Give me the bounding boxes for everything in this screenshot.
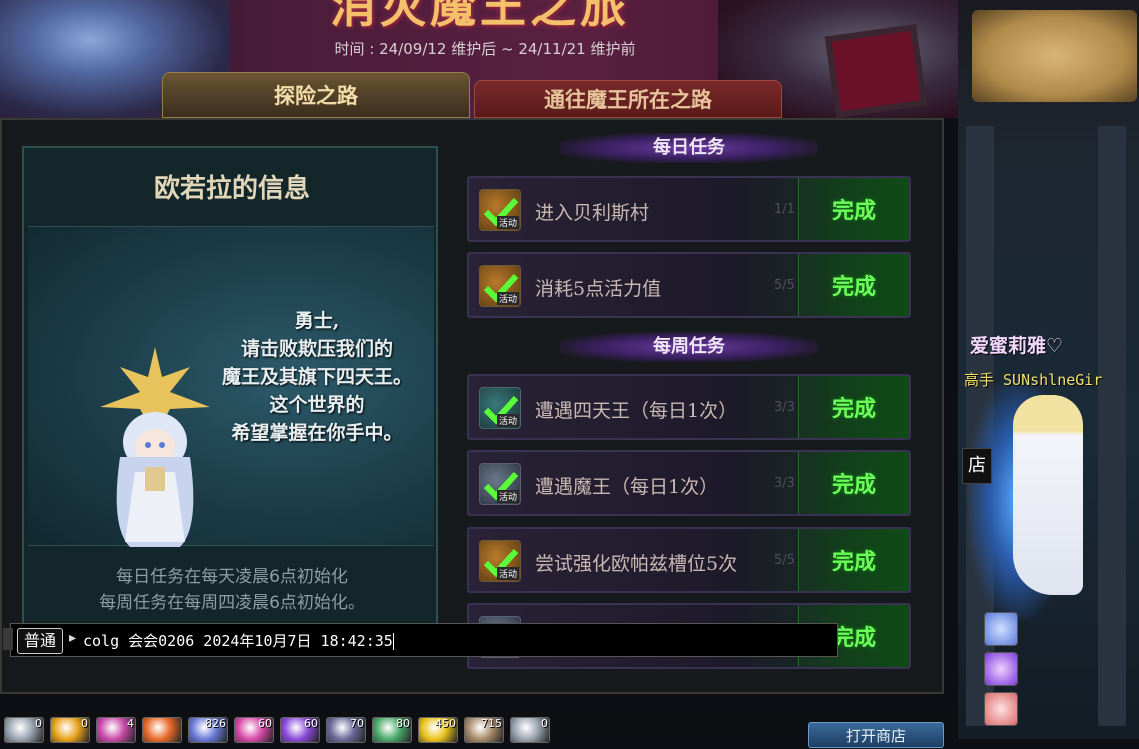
aurora-info-panel: 欧若拉的信息 勇士, 请击败欺压我们的 魔王及其旗下四天王。 这个世界的 希望掌… [22,146,438,634]
avatar-icon[interactable] [984,612,1018,646]
event-tag: 活动 [496,414,519,427]
hotbar-slot-count: 715 [481,717,502,730]
player-character[interactable] [1013,395,1083,595]
hotbar-slot-count: 4 [127,717,134,730]
checkmark-icon: 活动 [479,387,521,429]
info-panel-title: 欧若拉的信息 [153,174,310,204]
hotbar-slot-count: 60 [304,717,318,730]
chat-edge [3,628,13,650]
quest-progress: 3/3 [774,476,795,491]
quest-complete-button[interactable]: 完成 [798,452,909,514]
quest-complete-button[interactable]: 完成 [798,529,909,591]
tab-adventure-road[interactable]: 探险之路 [162,72,470,118]
daily-quests-header: 每日任务 [560,133,818,163]
background-pillar [1098,126,1126,726]
chat-channel-selector[interactable]: 普通 [17,628,64,654]
hotbar-slot[interactable]: 60 [280,717,320,743]
hotbar-slot[interactable]: 4 [96,717,136,743]
hotbar-slot[interactable]: 715 [464,717,504,743]
event-period: 时间 : 24/09/12 维护后 ~ 24/11/21 维护前 [334,40,636,58]
minimap-scroll[interactable] [972,10,1137,102]
chevron-right-icon: ▸ [69,630,77,646]
hotbar-slot[interactable]: 0 [50,717,90,743]
gem-icon[interactable] [984,652,1018,686]
event-tag: 活动 [496,292,519,305]
checkmark-icon: 活动 [479,189,521,231]
aurora-message: 勇士, 请击败欺压我们的 魔王及其旗下四天王。 这个世界的 希望掌握在你手中。 [202,307,432,447]
open-shop-button[interactable]: 打开商店 [808,722,944,748]
aurora-art-area: 勇士, 请击败欺压我们的 魔王及其旗下四天王。 这个世界的 希望掌握在你手中。 [28,226,434,547]
quest-name: 尝试强化欧帕兹槽位5次 [535,553,738,575]
text-caret [392,633,394,650]
hotbar-slot-count: 0 [35,717,42,730]
quest-name: 进入贝利斯村 [535,202,650,224]
hotbar-slot-count: 450 [435,717,456,730]
player-name: 爱蜜莉雅♡ [970,335,1064,357]
checkmark-icon: 活动 [479,265,521,307]
npc-shop-label[interactable]: 店 [962,448,992,484]
quest-name: 遭遇四天王（每日1次） [535,400,738,422]
hotbar-slot-count: 60 [258,717,272,730]
checkmark-icon: 活动 [479,540,521,582]
event-tag: 活动 [496,490,519,503]
quest-complete-button[interactable]: 完成 [798,254,909,316]
quest-progress: 3/3 [774,400,795,415]
quest-row[interactable]: 活动 尝试强化欧帕兹槽位5次 5/5 完成 [467,527,911,593]
quest-complete-button[interactable]: 完成 [798,376,909,438]
hotbar-slot[interactable]: 0 [510,717,550,743]
quest-complete-button[interactable]: 完成 [798,178,909,240]
hotbar-slot-count: 0 [81,717,88,730]
quest-row[interactable]: 活动 遭遇魔王（每日1次） 3/3 完成 [467,450,911,516]
quest-name: 遭遇魔王（每日1次） [535,476,719,498]
hotbar-slot[interactable]: 450 [418,717,458,743]
message-line: 希望掌握在你手中。 [231,422,403,444]
hotbar-slot[interactable]: 70 [326,717,366,743]
avatar-icon[interactable] [984,692,1018,726]
hotbar-slot-count: 80 [396,717,410,730]
daily-reset-note: 每日任务在每天凌晨6点初始化 [116,567,348,587]
event-tag: 活动 [496,216,519,229]
tab-road-to-demon-king[interactable]: 通往魔王所在之路 [474,80,782,118]
hotbar-slot-count: 70 [350,717,364,730]
quest-progress: 1/1 [774,202,795,217]
player-title: 高手 SUNshlneGir [964,371,1103,389]
hotbar-slot-count: 0 [541,717,548,730]
chat-input-text: colg 会会0206 2024年10月7日 18:42:35 [83,632,393,650]
event-title: 消灭魔王之旅 [330,0,630,33]
hotbar-slot-count: 826 [205,717,226,730]
chat-input[interactable]: colg 会会0206 2024年10月7日 18:42:35 [83,630,823,652]
message-line: 请击败欺压我们的 [240,338,393,360]
hotbar-slot[interactable]: 60 [234,717,274,743]
quest-row[interactable]: 活动 遭遇四天王（每日1次） 3/3 完成 [467,374,911,440]
quest-progress: 5/5 [774,278,795,293]
message-line: 这个世界的 [269,394,365,416]
hotbar-slot[interactable]: 826 [188,717,228,743]
checkmark-icon: 活动 [479,463,521,505]
hotbar-slot[interactable]: 0 [4,717,44,743]
book-artwork [824,23,928,118]
quest-progress: 5/5 [774,553,795,568]
hotbar-slot[interactable] [142,717,182,743]
weekly-reset-note: 每周任务在每周四凌晨6点初始化。 [99,593,365,613]
aurora-character-icon [100,347,210,547]
message-line: 魔王及其旗下四天王。 [221,366,412,388]
message-line: 勇士, [294,310,340,332]
quest-name: 消耗5点活力值 [535,278,662,300]
chat-input-bar[interactable]: 普通 ▸ colg 会会0206 2024年10月7日 18:42:35 [3,623,838,657]
hotbar-slot[interactable]: 80 [372,717,412,743]
weekly-quests-header: 每周任务 [560,332,818,362]
event-tag: 活动 [496,567,519,580]
quest-row[interactable]: 活动 进入贝利斯村 1/1 完成 [467,176,911,242]
quest-row[interactable]: 活动 消耗5点活力值 5/5 完成 [467,252,911,318]
